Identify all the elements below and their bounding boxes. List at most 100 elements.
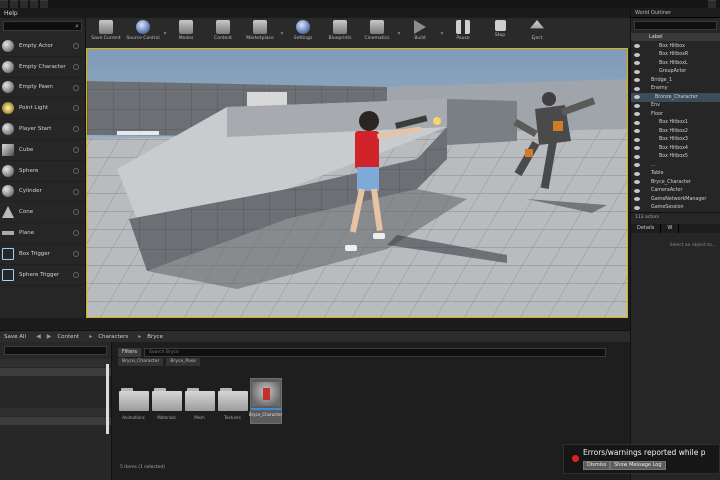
- info-icon[interactable]: [73, 271, 79, 278]
- outliner-row[interactable]: GameSession: [631, 204, 720, 213]
- source-row[interactable]: [0, 408, 111, 416]
- toolbar-button[interactable]: Build: [402, 18, 438, 48]
- place-item[interactable]: Cone: [0, 202, 85, 224]
- outliner-row[interactable]: Box Hitbox4: [631, 144, 720, 153]
- place-item[interactable]: Cylinder: [0, 182, 85, 203]
- outliner-row[interactable]: GameNetworkManager: [631, 195, 720, 204]
- filters-button[interactable]: Filters: [118, 347, 141, 357]
- window-tab[interactable]: [10, 0, 18, 8]
- save-all-button[interactable]: Save All: [4, 334, 26, 340]
- visibility-eye-icon[interactable]: [634, 129, 640, 133]
- menu-item-help[interactable]: Help: [4, 10, 18, 17]
- outliner-column-label[interactable]: Label: [631, 33, 720, 41]
- toolbar-button[interactable]: Cinematics: [359, 18, 395, 48]
- source-row[interactable]: [0, 368, 111, 376]
- info-icon[interactable]: [73, 188, 79, 195]
- info-icon[interactable]: [73, 63, 79, 70]
- visibility-eye-icon[interactable]: [634, 103, 640, 108]
- window-tab[interactable]: [0, 0, 8, 8]
- toolbar-button[interactable]: Save Current: [88, 18, 124, 48]
- info-icon[interactable]: [73, 230, 79, 237]
- place-search-input[interactable]: ⌕: [3, 21, 82, 31]
- window-tab[interactable]: [20, 0, 28, 8]
- info-icon[interactable]: [73, 146, 79, 153]
- folder-item[interactable]: Textures: [217, 378, 248, 424]
- visibility-eye-icon[interactable]: [634, 137, 640, 142]
- outliner-row[interactable]: Box Hitbox2: [631, 127, 720, 136]
- info-icon[interactable]: [73, 167, 79, 174]
- info-icon[interactable]: [73, 105, 79, 112]
- level-viewport[interactable]: [86, 48, 628, 318]
- visibility-eye-icon[interactable]: [634, 180, 640, 184]
- outliner-row[interactable]: Box Hitbox: [631, 42, 720, 51]
- visibility-eye-icon[interactable]: [634, 205, 640, 210]
- source-row[interactable]: [0, 359, 111, 367]
- blueprint-asset[interactable]: Bryce_Character: [249, 378, 282, 424]
- toolbar-button[interactable]: Source Control: [125, 18, 161, 48]
- place-item[interactable]: Point Light: [0, 98, 85, 120]
- outliner-row[interactable]: Bronze_Character: [631, 93, 720, 102]
- visibility-eye-icon[interactable]: [634, 95, 640, 99]
- info-icon[interactable]: [73, 43, 79, 49]
- place-item[interactable]: Empty Pawn: [0, 78, 85, 99]
- asset-search-input[interactable]: Search Bryce: [144, 347, 606, 357]
- window-tab[interactable]: [40, 0, 48, 8]
- outliner-row[interactable]: Bryce_Character: [631, 178, 720, 187]
- toolbar-button[interactable]: Stop: [482, 18, 518, 48]
- outliner-row[interactable]: Box Hitbox5: [631, 153, 720, 162]
- place-item[interactable]: Empty Actor: [0, 36, 85, 57]
- place-item[interactable]: Sphere: [0, 161, 85, 182]
- path-content[interactable]: Content: [57, 334, 79, 340]
- tab-details[interactable]: Details: [631, 224, 662, 233]
- toolbar-button[interactable]: Marketplace: [242, 18, 278, 48]
- toolbar-button[interactable]: Pause: [445, 18, 481, 48]
- toolbar-button[interactable]: Content: [205, 18, 241, 48]
- visibility-eye-icon[interactable]: [634, 163, 640, 167]
- visibility-eye-icon[interactable]: [634, 188, 640, 193]
- outliner-row[interactable]: Box Hitbox1: [631, 119, 720, 128]
- sources-search-input[interactable]: [4, 346, 107, 355]
- outliner-row[interactable]: Box HitboxR: [631, 51, 720, 60]
- visibility-eye-icon[interactable]: [634, 61, 640, 65]
- visibility-eye-icon[interactable]: [634, 146, 640, 150]
- info-icon[interactable]: [73, 250, 79, 257]
- info-icon[interactable]: [73, 209, 79, 216]
- source-row[interactable]: [0, 417, 111, 425]
- visibility-eye-icon[interactable]: [634, 78, 640, 82]
- path-bryce[interactable]: Bryce: [147, 334, 163, 340]
- outliner-row[interactable]: Enemy: [631, 85, 720, 94]
- visibility-eye-icon[interactable]: [634, 120, 640, 125]
- folder-item[interactable]: Mesh: [184, 378, 215, 424]
- place-item[interactable]: Sphere Trigger: [0, 265, 85, 286]
- path-characters[interactable]: Characters: [98, 334, 128, 340]
- place-item[interactable]: Empty Character: [0, 57, 85, 78]
- forward-arrow-icon[interactable]: ▶: [47, 333, 52, 340]
- viewport-scene[interactable]: [87, 49, 628, 318]
- visibility-eye-icon[interactable]: [634, 86, 640, 91]
- visibility-eye-icon[interactable]: [634, 52, 640, 57]
- tab-world-settings[interactable]: W: [661, 224, 680, 233]
- outliner-row[interactable]: Floor: [631, 110, 720, 119]
- dismiss-button[interactable]: Dismiss: [583, 461, 611, 470]
- outliner-row[interactable]: CameraActor: [631, 187, 720, 196]
- sources-scrollbar[interactable]: [106, 364, 109, 434]
- filter-chip[interactable]: Bryce_Pose: [166, 358, 200, 366]
- outliner-row[interactable]: Table: [631, 170, 720, 179]
- outliner-row[interactable]: Env: [631, 102, 720, 111]
- window-tab[interactable]: [30, 0, 38, 8]
- outliner-row[interactable]: Box Hitbox3: [631, 136, 720, 145]
- folder-item[interactable]: Animations: [118, 378, 149, 424]
- show-message-log-button[interactable]: Show Message Log: [610, 461, 666, 470]
- place-item[interactable]: Box Trigger: [0, 244, 85, 265]
- visibility-eye-icon[interactable]: [634, 154, 640, 159]
- toolbar-button[interactable]: Eject: [519, 18, 555, 48]
- visibility-eye-icon[interactable]: [634, 197, 640, 201]
- back-arrow-icon[interactable]: ◀: [36, 333, 41, 340]
- toolbar-button[interactable]: Modes: [168, 18, 204, 48]
- filter-chip[interactable]: Bryce_Character: [118, 358, 164, 366]
- outliner-row[interactable]: Bridge_1: [631, 76, 720, 85]
- place-item[interactable]: Cube: [0, 140, 85, 161]
- info-icon[interactable]: [73, 84, 79, 91]
- tab-world-outliner[interactable]: World Outliner: [631, 8, 720, 18]
- outliner-row[interactable]: GroupActor: [631, 68, 720, 77]
